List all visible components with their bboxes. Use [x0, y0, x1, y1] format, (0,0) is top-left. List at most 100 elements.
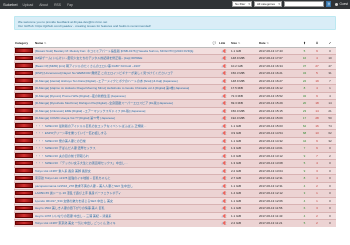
- category-cell[interactable]: [14, 166, 34, 175]
- torrent-name-link[interactable]: Heyzo 1378 いいなりの若妻 中出し ~ 三浦 美紀 ~ 清楚系: [34, 211, 210, 220]
- magnet-icon[interactable]: 🧲: [223, 56, 227, 60]
- category-cell[interactable]: [14, 144, 34, 152]
- category-cell[interactable]: [14, 106, 34, 115]
- category-cell[interactable]: [14, 84, 34, 92]
- magnet-icon[interactable]: 🧲: [223, 146, 227, 150]
- category-cell[interactable]: [14, 46, 34, 55]
- torrent-name-link[interactable]: [D-Manga] [Unknown] EME [Digital] ~エアーマジ…: [34, 106, 210, 115]
- torrent-name-link[interactable]: ・・・ SWEI-NO 汗ばんだ人妻 濃厚セックス: [34, 144, 210, 152]
- category-cell[interactable]: [14, 151, 34, 160]
- category-cell[interactable]: [14, 181, 34, 190]
- category-icon[interactable]: [15, 168, 33, 173]
- torrent-name-link[interactable]: [Beast Of] [MMD] [mix] 朝アイドルのたくさんのエロい事 D…: [34, 61, 210, 70]
- category-cell[interactable]: [14, 159, 34, 167]
- magnet-icon[interactable]: 🧲: [223, 64, 227, 68]
- magnet-icon[interactable]: 🧲: [223, 79, 227, 83]
- category-icon[interactable]: [15, 93, 33, 98]
- category-icon[interactable]: [15, 48, 33, 53]
- torrent-name-link[interactable]: ・・・ SWEI-NO 夫の目の前で寝取られ: [34, 151, 210, 160]
- torrent-name-link[interactable]: [Mosaic Nuki] Bestiary M: Melody Fan: ネコ…: [34, 46, 210, 55]
- nav-link-upload[interactable]: Upload: [22, 3, 33, 7]
- category-cell[interactable]: [14, 121, 34, 130]
- magnet-icon[interactable]: 🧲: [223, 221, 227, 225]
- col-header-date[interactable]: Date ⇅: [258, 40, 298, 48]
- torrent-name-link[interactable]: Heyzo 1502 美しき人妻の昼下がりの情事 美人 巨乳: [34, 204, 210, 212]
- filter-select[interactable]: No filter ▼: [232, 1, 253, 8]
- torrent-name-link[interactable]: [D-Manga] COMIC Hooya Vol.?? [Digital] 第…: [34, 114, 210, 122]
- col-header-name[interactable]: Name ⇅: [34, 40, 210, 48]
- torrent-name-link[interactable]: ・・・ SWEI-NO 「デッカい女子大生とお風呂場セックス」中出し…: [34, 159, 210, 167]
- col-header-leechers[interactable]: ⬇: [310, 40, 323, 48]
- torrent-name-link[interactable]: [D-Manga] [Hajimo Jo Hotkazu Fliegal Moo…: [34, 84, 210, 92]
- torrent-name-link[interactable]: [D-Manga] [Ryouro] Promet Wife [Digital]…: [34, 91, 210, 100]
- magnet-icon[interactable]: 🧲: [223, 191, 227, 195]
- magnet-icon[interactable]: 🧲: [223, 109, 227, 113]
- magnet-icon[interactable]: 🧲: [223, 94, 227, 98]
- category-cell[interactable]: [14, 61, 34, 70]
- magnet-icon[interactable]: 🧲: [223, 169, 227, 173]
- category-icon[interactable]: [15, 220, 33, 226]
- category-icon[interactable]: [15, 190, 33, 196]
- category-cell[interactable]: [14, 136, 34, 145]
- torrent-name-link[interactable]: [D-Manga] [Hentai] Hishoyu Ten Dara [Dig…: [34, 76, 210, 85]
- guest-menu[interactable]: Guest: [335, 2, 348, 6]
- magnet-icon[interactable]: 🧲: [223, 101, 227, 105]
- category-icon[interactable]: [15, 85, 33, 91]
- category-cell[interactable]: [14, 54, 34, 62]
- category-icon[interactable]: [15, 213, 33, 218]
- nav-link-rss[interactable]: RSS: [54, 3, 61, 7]
- magnet-icon[interactable]: 🧲: [223, 184, 227, 188]
- brand-logo[interactable]: Sukebei: [3, 2, 17, 7]
- col-header-downloads[interactable]: ✓: [323, 40, 336, 48]
- magnet-icon[interactable]: 🧲: [223, 131, 227, 135]
- torrent-name-link[interactable]: LAFBD-55 裏ドール 26 淫乱で遊び上手 長身パーフェクトボディ: [34, 189, 210, 197]
- magnet-icon[interactable]: 🧲: [223, 71, 227, 75]
- category-select[interactable]: All categories ▼: [254, 1, 283, 8]
- col-header-seeders[interactable]: ⬆: [298, 40, 310, 48]
- category-cell[interactable]: [14, 69, 34, 77]
- category-cell[interactable]: [14, 196, 34, 205]
- magnet-icon[interactable]: 🧲: [223, 154, 227, 158]
- category-icon[interactable]: [15, 100, 33, 106]
- category-cell[interactable]: [14, 189, 34, 197]
- torrent-name-link[interactable]: ・・・ SWEI-NO 最新版のアイドルル巨乳の女エッチなイベントぱふぱふ 正規…: [34, 121, 210, 130]
- category-icon[interactable]: [15, 130, 33, 136]
- category-icon[interactable]: [15, 138, 33, 143]
- category-icon[interactable]: [15, 205, 33, 211]
- category-cell[interactable]: [14, 99, 34, 107]
- magnet-icon[interactable]: 🧲: [223, 86, 227, 90]
- magnet-icon[interactable]: 🧲: [223, 206, 227, 210]
- category-icon[interactable]: [15, 175, 33, 181]
- torrent-name-link[interactable]: ・・・ SWEI-NO 僕の美人妻との日常: [34, 136, 210, 145]
- category-icon[interactable]: [15, 145, 33, 151]
- nav-link-fap[interactable]: Fap: [67, 3, 73, 7]
- category-cell[interactable]: [14, 114, 34, 122]
- category-cell[interactable]: [14, 91, 34, 100]
- torrent-name-link[interactable]: [D-Manga] [Ryouhoku Mochimo] Dishigun Pi…: [34, 99, 210, 107]
- category-icon[interactable]: [15, 183, 33, 188]
- torrent-name-link[interactable]: ・・・ ESPOグリーン車を乗っていて一匹お話しする: [34, 129, 210, 137]
- category-icon[interactable]: [15, 160, 33, 166]
- nav-link-about[interactable]: About: [39, 3, 48, 7]
- category-cell[interactable]: [14, 211, 34, 220]
- magnet-icon[interactable]: 🧲: [223, 176, 227, 180]
- torrent-name-link[interactable]: pacopacomama 121516_278 欲求不満の人妻 ~ 美人人妻とS…: [34, 181, 210, 190]
- category-icon[interactable]: [15, 123, 33, 128]
- category-cell[interactable]: [14, 174, 34, 182]
- torrent-name-link[interactable]: 東京熱 Tokyo Hot n1378 最強のイキ地獄 ~ 巨乳ちゃんと: [34, 174, 210, 182]
- magnet-icon[interactable]: 🧲: [223, 139, 227, 143]
- col-header-category[interactable]: Category: [14, 40, 34, 48]
- category-icon[interactable]: [15, 70, 33, 76]
- category-cell[interactable]: [14, 219, 34, 227]
- col-header-size[interactable]: Size ⇅: [230, 40, 258, 48]
- magnet-icon[interactable]: 🧲: [223, 199, 227, 203]
- magnet-icon[interactable]: 🧲: [223, 124, 227, 128]
- magnet-icon[interactable]: 🧲: [223, 214, 227, 218]
- category-icon[interactable]: [15, 108, 33, 113]
- torrent-name-link[interactable]: [18禁ゲーム] いんけい ~愛玩少女たちのデジタル的記録を修正版~ [Jap]…: [34, 54, 210, 62]
- magnet-icon[interactable]: 🧲: [223, 161, 227, 165]
- torrent-name-link[interactable]: [DSP] [Uncensored] Nayuri No WEB/FOR 無修正…: [34, 69, 210, 77]
- category-cell[interactable]: [14, 204, 34, 212]
- search-input[interactable]: [284, 1, 325, 8]
- category-icon[interactable]: [15, 153, 33, 158]
